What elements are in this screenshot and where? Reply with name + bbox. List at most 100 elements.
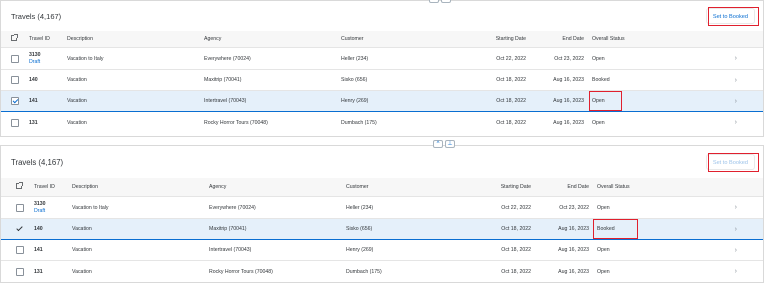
export-icon [11, 34, 18, 41]
table-row[interactable]: 140 Vacation Maxitrip (70041) Sisko (656… [1, 70, 763, 91]
starting-date-cell: Oct 18, 2022 [496, 98, 526, 104]
travel-id: 140 [29, 77, 38, 83]
end-date-cell: Oct 23, 2022 [554, 55, 584, 62]
agency-cell: Maxitrip (70041) [204, 77, 242, 83]
table-row[interactable]: 131 Vacation Rocky Horror Tours (70048) … [1, 112, 763, 133]
pin-header-button[interactable]: ⊥ [445, 140, 455, 148]
table-header-row: Travel ID Description Agency Customer St… [1, 178, 763, 197]
agency-cell: Maxitrip (70041) [209, 226, 247, 232]
set-to-booked-button-disabled[interactable]: Set to Booked [705, 154, 755, 170]
table-row[interactable]: 3130 Draft Vacation to Italy Everywhere … [1, 48, 763, 70]
status-cell: Open [597, 204, 610, 211]
starting-date-cell: Oct 18, 2022 [501, 226, 531, 232]
agency-cell: Everywhere (70024) [204, 55, 251, 62]
status-cell: Open [597, 268, 610, 275]
chevron-right-icon[interactable]: › [735, 226, 737, 233]
col-overall-status[interactable]: Overall Status [597, 184, 630, 190]
col-agency[interactable]: Agency [209, 184, 226, 190]
travel-id: 131 [34, 268, 43, 275]
table-toolbar: Travels (4,167) Set to Booked [1, 146, 763, 178]
chevron-right-icon[interactable]: › [735, 247, 737, 254]
set-to-booked-button[interactable]: Set to Booked [705, 8, 755, 24]
col-description[interactable]: Description [72, 184, 98, 190]
row-select-checkbox[interactable] [11, 118, 19, 128]
checkbox[interactable] [11, 76, 19, 84]
row-select-checkbox[interactable] [16, 203, 24, 213]
agency-cell: Intertravel (70043) [209, 247, 252, 253]
col-overall-status[interactable]: Overall Status [592, 36, 625, 42]
description-cell: Vacation [67, 77, 87, 83]
table-row-selected[interactable]: 141 Vacation Intertravel (70043) Henry (… [1, 91, 763, 112]
row-select-checkbox[interactable] [16, 267, 24, 277]
travel-id-cell: 3130 Draft [29, 52, 41, 66]
table-row[interactable]: 3130 Draft Vacation to Italy Everywhere … [1, 197, 763, 219]
chevron-right-icon[interactable]: › [735, 98, 737, 105]
starting-date-cell: Oct 18, 2022 [501, 247, 531, 253]
checkbox[interactable] [11, 118, 19, 127]
end-date-cell: Aug 16, 2023 [553, 77, 584, 83]
checkbox-checked[interactable] [11, 97, 19, 105]
row-select-checkbox[interactable] [16, 245, 24, 255]
chevron-right-icon[interactable]: › [735, 204, 737, 211]
draft-link[interactable]: Draft [29, 59, 41, 66]
customer-cell: Heller (234) [341, 55, 369, 62]
col-customer[interactable]: Customer [341, 36, 364, 42]
customer-cell: Sisko (656) [346, 226, 373, 232]
export-header-cell[interactable] [16, 182, 23, 191]
col-starting-date[interactable]: Starting Date [496, 36, 526, 42]
col-description[interactable]: Description [67, 36, 93, 42]
status-cell: Open [592, 119, 605, 126]
pin-icon: ⊥ [447, 141, 453, 147]
chevron-right-icon[interactable]: › [735, 77, 737, 84]
collapse-header-button[interactable]: ^ [433, 140, 443, 148]
checkbox[interactable] [16, 246, 24, 254]
header-collapse-controls: ^ ⊥ [429, 0, 451, 3]
col-end-date[interactable]: End Date [567, 184, 589, 190]
pin-icon: ⊥ [443, 0, 448, 2]
collapse-header-button[interactable]: ^ [429, 0, 439, 3]
row-select-checkbox[interactable] [11, 75, 19, 85]
checkbox[interactable] [11, 54, 19, 63]
draft-link[interactable]: Draft [34, 208, 46, 215]
customer-cell: Henry (269) [346, 247, 374, 253]
status-cell: Booked [592, 77, 610, 83]
row-select-checkbox[interactable] [11, 54, 19, 64]
chevron-right-icon[interactable]: › [735, 119, 737, 126]
table-toolbar: Travels (4,167) Set to Booked [1, 1, 763, 31]
table-row[interactable]: 141 Vacation Intertravel (70043) Henry (… [1, 240, 763, 261]
description-cell: Vacation to Italy [72, 204, 109, 211]
col-customer[interactable]: Customer [346, 184, 369, 190]
description-cell: Vacation [72, 268, 92, 275]
chevron-up-icon: ^ [436, 141, 440, 147]
col-agency[interactable]: Agency [204, 36, 221, 42]
col-end-date[interactable]: End Date [562, 36, 584, 42]
travel-id: 140 [34, 226, 43, 232]
description-cell: Vacation [72, 247, 92, 253]
table-row[interactable]: 131 Vacation Rocky Horror Tours (70048) … [1, 261, 763, 282]
col-travel-id[interactable]: Travel ID [29, 36, 50, 42]
checkbox[interactable] [16, 203, 24, 212]
customer-cell: Dumbach (175) [341, 119, 377, 126]
row-select-checkbox[interactable] [16, 224, 24, 234]
header-collapse-controls: ^ ⊥ [433, 140, 455, 148]
table-title: Travels (4,167) [11, 157, 64, 167]
chevron-right-icon[interactable]: › [735, 55, 737, 62]
agency-cell: Everywhere (70024) [209, 204, 256, 211]
chevron-right-icon[interactable]: › [735, 268, 737, 275]
screenshot-stage: ^ ⊥ Travels (4,167) Set to Booked Travel… [0, 0, 766, 283]
pin-header-button[interactable]: ⊥ [441, 0, 451, 3]
description-cell: Vacation to Italy [67, 55, 104, 62]
end-date-cell: Aug 16, 2023 [553, 98, 584, 104]
description-cell: Vacation [67, 119, 87, 126]
travels-table-panel-after: ^ ⊥ Travels (4,167) Set to Booked Travel… [0, 140, 764, 283]
table-row-selected[interactable]: 140 Vacation Maxitrip (70041) Sisko (656… [1, 219, 763, 240]
row-select-checkbox[interactable] [11, 96, 19, 106]
col-starting-date[interactable]: Starting Date [501, 184, 531, 190]
export-header-cell[interactable] [11, 34, 18, 43]
customer-cell: Henry (269) [341, 98, 369, 104]
travel-id: 3130 [29, 51, 41, 58]
col-travel-id[interactable]: Travel ID [34, 184, 55, 190]
checkbox[interactable] [16, 267, 24, 276]
checkbox-checked[interactable] [16, 225, 24, 233]
end-date-cell: Aug 16, 2023 [553, 119, 584, 126]
